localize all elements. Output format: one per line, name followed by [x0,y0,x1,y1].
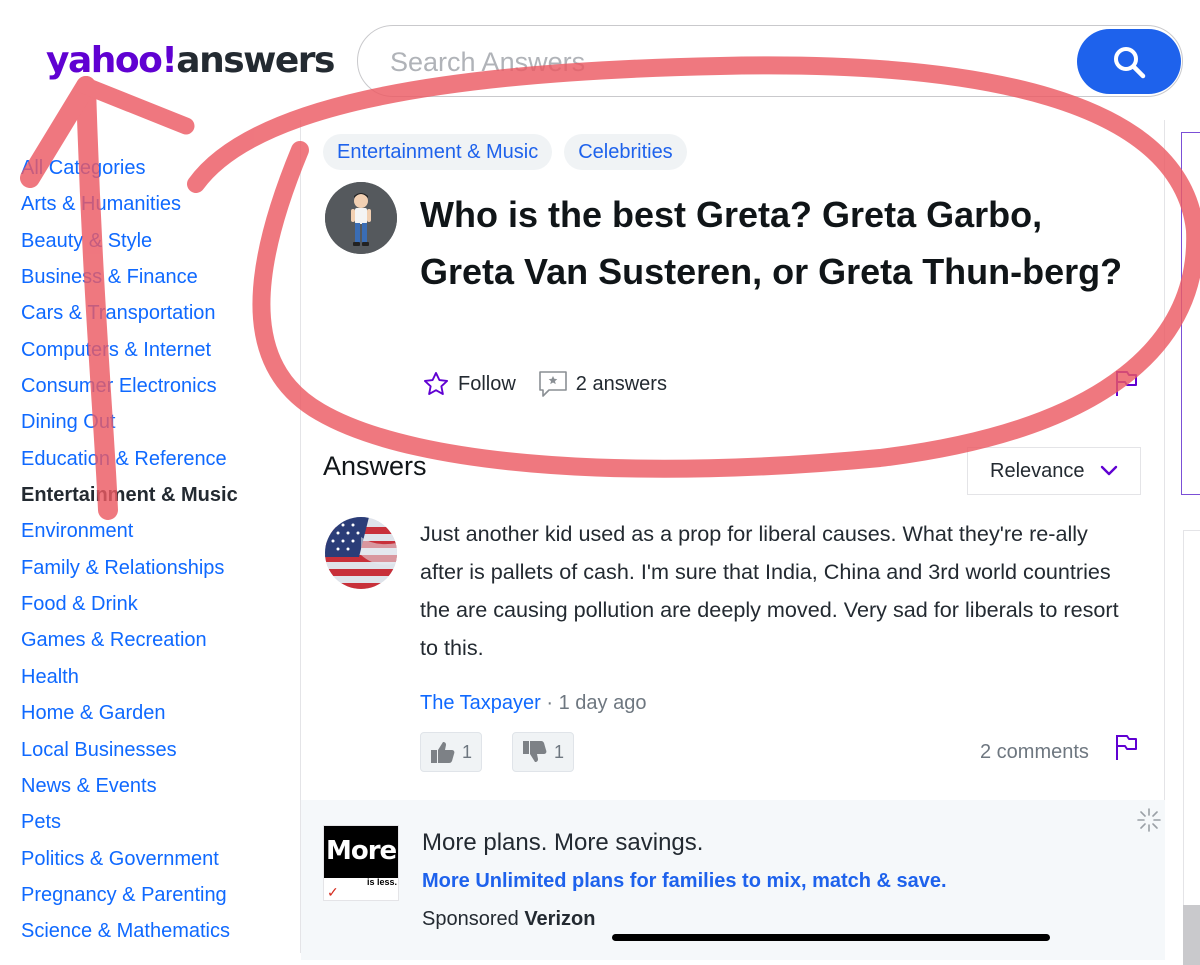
asker-avatar[interactable] [325,182,397,254]
star-icon [423,371,449,395]
sidebar-item-beauty-style[interactable]: Beauty & Style [21,223,281,259]
yahoo-answers-logo[interactable]: yahoo!answers [46,36,335,86]
answer-text: Just another kid used as a prop for libe… [420,521,1119,660]
sidebar-item-all-categories[interactable]: All Categories [21,150,281,186]
chevron-down-icon [1100,465,1118,476]
search-input[interactable] [388,40,1072,84]
search-bar [357,25,1183,97]
sidebar-item-computers-internet[interactable]: Computers & Internet [21,332,281,368]
sidebar-item-arts-humanities[interactable]: Arts & Humanities [21,186,281,222]
ad-title[interactable]: More plans. More savings. [422,829,703,857]
answer-meta: The Taxpayer · 1 day ago [420,692,646,715]
answer-username[interactable]: The Taxpayer [420,692,541,714]
report-answer-flag-icon[interactable] [1114,733,1138,761]
follow-label: Follow [458,372,516,395]
answerer-avatar[interactable] [325,517,397,589]
question-title: Who is the best Greta? Greta Garbo, Gret… [420,194,1123,292]
sidebar-item-politics-government[interactable]: Politics & Government [21,841,281,877]
sidebar-item-education-reference[interactable]: Education & Reference [21,441,281,477]
sidebar-item-entertainment-music[interactable]: Entertainment & Music [21,477,281,513]
right-rail-card [1181,132,1200,495]
ad-choices-icon[interactable] [1136,807,1162,833]
tag-celebrities[interactable]: Celebrities [564,134,687,170]
question-tags: Entertainment & Music Celebrities [323,134,687,170]
upvote-button[interactable]: 1 [420,732,482,772]
tag-entertainment-music[interactable]: Entertainment & Music [323,134,553,170]
search-button[interactable] [1077,29,1181,94]
logo-yahoo: yahoo! [46,40,178,81]
sort-dropdown[interactable]: Relevance [967,447,1141,495]
search-icon [1114,46,1146,78]
home-indicator [612,934,1050,941]
sidebar-item-dining-out[interactable]: Dining Out [21,404,281,440]
ad-logo-check: ✓ [327,884,339,900]
sidebar-item-pregnancy-parenting[interactable]: Pregnancy & Parenting [21,877,281,913]
thumbs-up-icon [430,742,455,763]
sidebar-item-local-businesses[interactable]: Local Businesses [21,732,281,768]
sidebar-item-consumer-electronics[interactable]: Consumer Electronics [21,368,281,404]
right-rail-card-2 [1183,530,1200,930]
ad-logo-subtext: is less. [367,877,398,887]
avatar-figure-icon [325,182,397,254]
downvote-count: 1 [553,741,564,762]
sidebar-item-science-mathematics[interactable]: Science & Mathematics [21,913,281,949]
flag-avatar-icon [325,517,397,589]
answer-bubble-icon [538,371,567,397]
report-question-flag-icon[interactable] [1114,369,1138,397]
comments-link[interactable]: 2 comments [980,741,1089,764]
logo-answers: answers [176,40,335,81]
ad-logo-text: More [326,836,397,866]
sidebar-item-food-drink[interactable]: Food & Drink [21,586,281,622]
sidebar-item-cars-transportation[interactable]: Cars & Transportation [21,295,281,331]
category-sidebar: All Categories Arts & Humanities Beauty … [21,150,281,950]
right-rail-image [1183,905,1200,965]
sort-label: Relevance [990,459,1085,482]
verizon-ad-logo[interactable]: More is less. ✓ [323,825,399,901]
follow-button[interactable]: Follow [422,370,516,398]
sidebar-item-environment[interactable]: Environment [21,513,281,549]
question-actions: Follow 2 answers [422,370,667,398]
answer-time: · 1 day ago [540,692,647,714]
ad-sponsor-line: Sponsored Verizon [422,908,595,931]
sidebar-item-news-events[interactable]: News & Events [21,768,281,804]
ad-subtitle[interactable]: More Unlimited plans for families to mix… [422,870,947,893]
sidebar-item-home-garden[interactable]: Home & Garden [21,695,281,731]
sidebar-item-games-recreation[interactable]: Games & Recreation [21,622,281,658]
downvote-button[interactable]: 1 [512,732,574,772]
sidebar-item-business-finance[interactable]: Business & Finance [21,259,281,295]
thumbs-down-icon [522,741,547,762]
answers-count[interactable]: 2 answers [538,370,667,398]
upvote-count: 1 [461,741,472,762]
sidebar-item-family-relationships[interactable]: Family & Relationships [21,550,281,586]
sidebar-item-health[interactable]: Health [21,659,281,695]
ad-sponsored-label: Sponsored [422,908,519,930]
ad-sponsor-name: Verizon [524,908,596,930]
answers-heading: Answers [323,451,427,481]
sidebar-item-pets[interactable]: Pets [21,804,281,840]
answers-count-label: 2 answers [575,372,667,395]
annotation-arrow-head-right [77,77,195,135]
